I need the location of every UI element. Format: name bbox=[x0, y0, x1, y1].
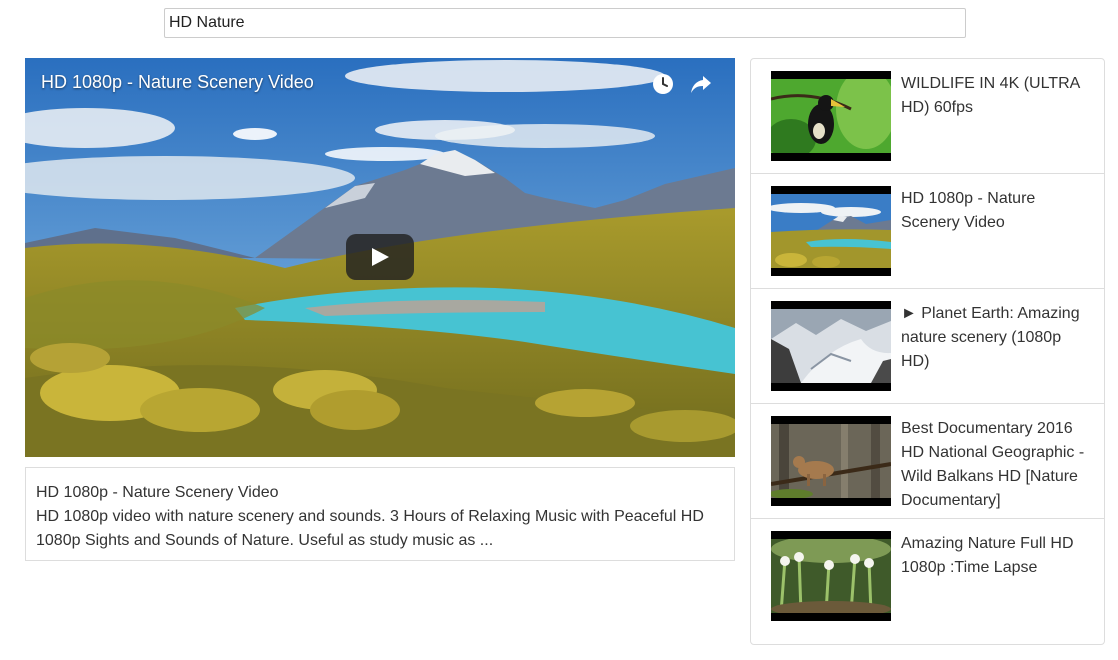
video-player[interactable]: HD 1080p - Nature Scenery Video bbox=[25, 58, 735, 457]
play-icon bbox=[372, 248, 389, 266]
related-video-item[interactable]: HD 1080p - Nature Scenery Video bbox=[751, 174, 1104, 289]
related-video-title[interactable]: Best Documentary 2016 HD National Geogra… bbox=[901, 417, 1091, 513]
video-thumbnail[interactable] bbox=[771, 186, 891, 276]
related-video-item[interactable]: Amazing Nature Full HD 1080p :Time Lapse bbox=[751, 519, 1104, 634]
related-video-title[interactable]: ► Planet Earth: Amazing nature scenery (… bbox=[901, 302, 1091, 374]
related-videos-list: WILDLIFE IN 4K (ULTRA HD) 60fps HD 1080p… bbox=[750, 58, 1105, 645]
video-thumbnail[interactable] bbox=[771, 301, 891, 391]
video-thumbnail[interactable] bbox=[771, 71, 891, 161]
video-details-description: HD 1080p video with nature scenery and s… bbox=[36, 508, 704, 549]
clock-icon[interactable] bbox=[651, 72, 675, 96]
related-video-title[interactable]: Amazing Nature Full HD 1080p :Time Lapse bbox=[901, 532, 1091, 580]
video-thumbnail[interactable] bbox=[771, 416, 891, 506]
video-details: HD 1080p - Nature Scenery Video HD 1080p… bbox=[25, 467, 735, 561]
related-video-title[interactable]: HD 1080p - Nature Scenery Video bbox=[901, 187, 1091, 235]
video-details-title: HD 1080p - Nature Scenery Video bbox=[36, 484, 279, 501]
share-icon[interactable] bbox=[689, 72, 713, 96]
related-video-item[interactable]: ► Planet Earth: Amazing nature scenery (… bbox=[751, 289, 1104, 404]
search-input[interactable] bbox=[164, 8, 966, 38]
related-video-item[interactable]: Best Documentary 2016 HD National Geogra… bbox=[751, 404, 1104, 519]
play-button[interactable] bbox=[346, 234, 414, 280]
player-title: HD 1080p - Nature Scenery Video bbox=[41, 72, 314, 92]
related-video-item[interactable]: WILDLIFE IN 4K (ULTRA HD) 60fps bbox=[751, 59, 1104, 174]
video-thumbnail[interactable] bbox=[771, 531, 891, 621]
related-video-title[interactable]: WILDLIFE IN 4K (ULTRA HD) 60fps bbox=[901, 72, 1091, 120]
